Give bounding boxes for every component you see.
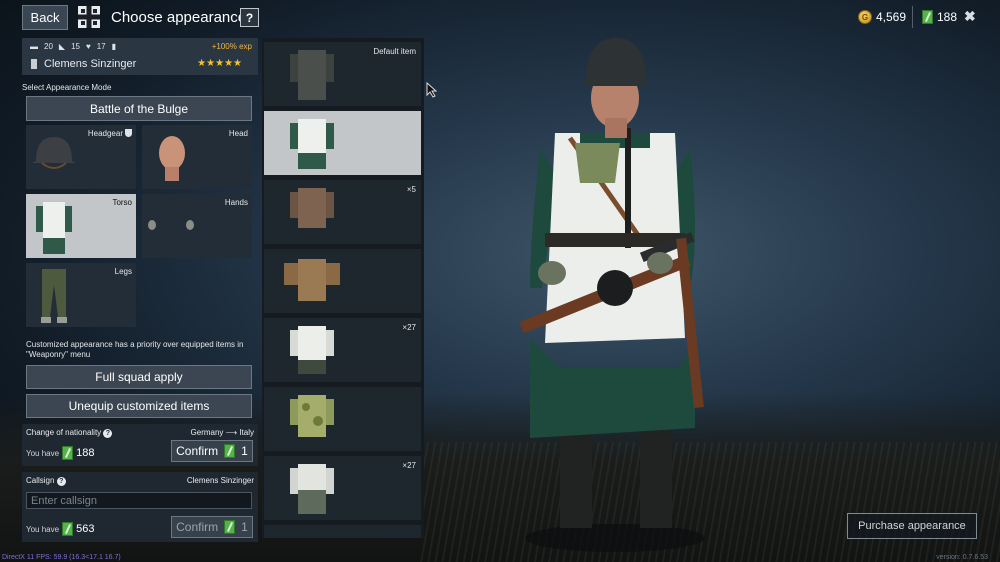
top-bar: Back Choose appearance ? G 4,569 188 ✖ <box>0 0 1000 36</box>
slot-headgear-label: Headgear <box>88 129 132 138</box>
rank-icon <box>31 59 37 69</box>
rifle-icon: ▬ <box>30 42 38 51</box>
heart-icon: ♥ <box>85 42 91 51</box>
gold-balance: G 4,569 <box>858 10 906 24</box>
nationality-section: Change of nationality ? Germany ⟶ Italy … <box>22 424 258 466</box>
help-icon[interactable]: ? <box>56 477 66 486</box>
coat-thumbnail <box>290 50 334 100</box>
ticket-balance: 188 <box>922 10 957 24</box>
item-default[interactable]: Default item <box>264 42 421 106</box>
callsign-balance: You have 563 <box>26 522 94 536</box>
help-icon[interactable]: ? <box>103 429 113 438</box>
slot-legs[interactable]: Legs <box>26 263 136 327</box>
helmet-thumbnail <box>32 137 76 169</box>
gloves-thumbnail <box>148 220 194 230</box>
item-partial[interactable] <box>264 525 421 538</box>
back-button[interactable]: Back <box>22 5 68 30</box>
nationality-change: Germany ⟶ Italy <box>190 428 254 437</box>
page-title: Choose appearance <box>111 9 247 26</box>
snow-smock-thumbnail <box>290 119 334 169</box>
ticket-icon <box>62 522 74 536</box>
slot-head[interactable]: Head <box>142 125 252 189</box>
appearance-mode-label: Select Appearance Mode <box>22 83 112 92</box>
torso-item-list[interactable]: Default item ×5 ×27 ×27 <box>262 38 424 538</box>
slot-hands-label: Hands <box>224 198 248 207</box>
grey-coat-thumbnail <box>290 464 334 514</box>
ticket-amount: 188 <box>937 10 958 24</box>
confirm-callsign-button[interactable]: Confirm 1 <box>171 516 253 538</box>
legs-thumbnail <box>41 269 67 323</box>
confirm-label: Confirm <box>176 520 219 534</box>
shield-icon <box>125 129 132 137</box>
slot-headgear[interactable]: Headgear <box>26 125 136 189</box>
rating-stars: ★★★★★ <box>197 58 242 69</box>
you-have-label: You have <box>26 448 60 458</box>
full-squad-apply-button[interactable]: Full squad apply <box>26 365 252 389</box>
ticket-count: 563 <box>76 523 95 535</box>
ticket-icon <box>224 520 236 534</box>
fps-counter: DirectX 11 FPS: 59.9 (16.3<17.1 16.7) <box>2 554 121 561</box>
close-button[interactable]: ✖ <box>964 8 976 25</box>
purchase-appearance-button[interactable]: Purchase appearance <box>847 513 977 539</box>
help-button[interactable]: ? <box>240 8 259 27</box>
slot-torso[interactable]: Torso <box>26 194 136 258</box>
white-smock-thumbnail <box>290 326 334 374</box>
divider <box>912 6 913 28</box>
item-jacket-tan[interactable] <box>264 249 421 313</box>
slot-torso-label: Torso <box>112 198 132 207</box>
callsign-input[interactable] <box>26 492 252 509</box>
soldier-name: Clemens Sinzinger <box>44 58 137 70</box>
ammo-icon: ▮ <box>111 42 117 51</box>
appearance-mode-select[interactable]: Battle of the Bulge <box>26 96 252 121</box>
ticket-icon <box>922 10 933 24</box>
gold-amount: 4,569 <box>876 10 907 24</box>
slot-head-label: Head <box>228 129 248 138</box>
tunic-thumbnail <box>290 188 334 228</box>
mouse-cursor-icon <box>426 82 438 98</box>
appearance-panel: ▬ 20 ◣ 15 ♥ 17 ▮ +100% exp Clemens Sinzi… <box>22 38 258 542</box>
soldier-stats: ▬ 20 ◣ 15 ♥ 17 ▮ <box>30 42 116 51</box>
item-count: ×27 <box>402 323 416 332</box>
item-grey-coat[interactable]: ×27 <box>264 456 421 520</box>
stat-three: 17 <box>96 42 106 51</box>
slot-legs-label: Legs <box>114 267 132 276</box>
version-label: version: 0.7.6.53 <box>936 554 988 561</box>
callsign-section: Callsign ? Clemens Sinzinger You have 56… <box>22 472 258 542</box>
item-label: Default item <box>373 47 416 56</box>
item-white-smock[interactable]: ×27 <box>264 318 421 382</box>
confirm-label: Confirm <box>176 444 219 458</box>
exp-bonus: +100% exp <box>211 42 252 51</box>
boot-icon: ◣ <box>58 42 66 51</box>
ticket-icon <box>224 444 236 458</box>
you-have-label: You have <box>26 524 60 534</box>
nationality-balance: You have 188 <box>26 446 94 460</box>
stat-kills: 20 <box>44 42 53 51</box>
gold-coin-icon: G <box>858 10 872 24</box>
ticket-count: 188 <box>76 447 95 459</box>
ticket-icon <box>62 446 74 460</box>
head-thumbnail <box>159 136 185 181</box>
camo-smock-thumbnail <box>290 395 334 437</box>
item-camo-smock[interactable] <box>264 387 421 451</box>
balkenkreuz-icon <box>78 6 100 28</box>
item-count: ×5 <box>406 185 416 194</box>
slot-hands[interactable]: Hands <box>142 194 252 258</box>
item-tunic-brown[interactable]: ×5 <box>264 180 421 244</box>
stat-two: 15 <box>71 42 80 51</box>
priority-note: Customized appearance has a priority ove… <box>26 340 244 359</box>
soldier-card[interactable]: ▬ 20 ◣ 15 ♥ 17 ▮ +100% exp Clemens Sinzi… <box>22 38 258 75</box>
torso-thumbnail <box>36 202 72 254</box>
cost-value: 1 <box>241 520 248 534</box>
item-count: ×27 <box>402 461 416 470</box>
callsign-current: Clemens Sinzinger <box>186 476 254 485</box>
appearance-slots: Headgear Head Torso Hands Legs <box>22 125 258 335</box>
soldier-model <box>519 38 705 552</box>
confirm-nationality-button[interactable]: Confirm 1 <box>171 440 253 462</box>
cost-value: 1 <box>241 444 248 458</box>
unequip-customized-button[interactable]: Unequip customized items <box>26 394 252 418</box>
jacket-thumbnail <box>284 259 340 301</box>
item-selected[interactable] <box>264 111 421 175</box>
